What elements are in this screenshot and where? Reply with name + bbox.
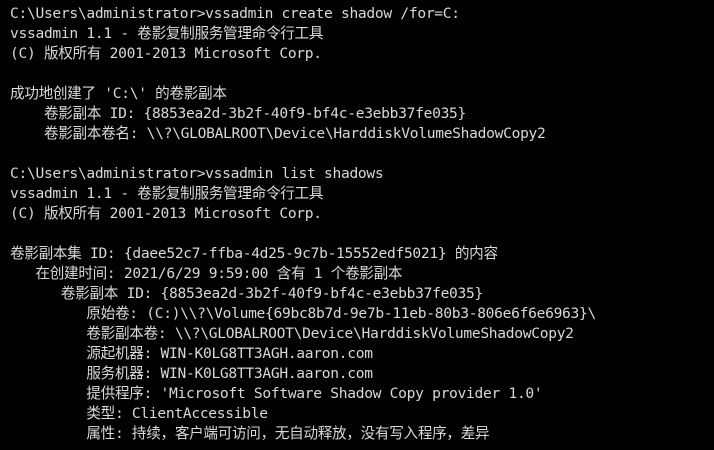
console-line-attributes: 属性: 持续，客户端可访问，无自动释放，没有写入程序，差异 xyxy=(10,425,490,442)
console-line-type: 类型: ClientAccessible xyxy=(10,405,268,422)
console-line-provider: 提供程序: 'Microsoft Software Shadow Copy pr… xyxy=(10,385,543,402)
console-line-tool-banner: vssadmin 1.1 - 卷影复制服务管理命令行工具 xyxy=(10,25,324,42)
console-line-prompt-create: C:\Users\administrator>vssadmin create s… xyxy=(10,5,460,22)
console-window[interactable]: C:\Users\administrator>vssadmin create s… xyxy=(0,0,714,450)
console-line-created-time: 在创建时间: 2021/6/29 9:59:00 含有 1 个卷影副本 xyxy=(10,265,403,282)
console-line-origin-machine: 源起机器: WIN-K0LG8TT3AGH.aaron.com xyxy=(10,345,373,362)
console-line-success: 成功地创建了 'C:\' 的卷影副本 xyxy=(10,85,227,102)
console-line-shadow-volume: 卷影副本卷名: \\?\GLOBALROOT\Device\HarddiskVo… xyxy=(10,125,546,142)
console-line-shadow-id: 卷影副本 ID: {8853ea2d-3b2f-40f9-bf4c-e3ebb3… xyxy=(10,285,483,302)
console-line-original-volume: 原始卷: (C:)\\?\Volume{69bc8b7d-9e7b-11eb-8… xyxy=(10,305,596,322)
console-line-prompt-list: C:\Users\administrator>vssadmin list sha… xyxy=(10,165,384,182)
console-line-copyright: (C) 版权所有 2001-2013 Microsoft Corp. xyxy=(10,45,322,62)
console-line-copyright: (C) 版权所有 2001-2013 Microsoft Corp. xyxy=(10,205,322,222)
console-line-service-machine: 服务机器: WIN-K0LG8TT3AGH.aaron.com xyxy=(10,365,373,382)
console-line-shadow-volume: 卷影副本卷: \\?\GLOBALROOT\Device\HarddiskVol… xyxy=(10,325,574,342)
console-line-shadow-id: 卷影副本 ID: {8853ea2d-3b2f-40f9-bf4c-e3ebb3… xyxy=(10,105,467,122)
console-line-tool-banner: vssadmin 1.1 - 卷影复制服务管理命令行工具 xyxy=(10,185,324,202)
console-line-shadow-set: 卷影副本集 ID: {daee52c7-ffba-4d25-9c7b-15552… xyxy=(10,245,498,262)
